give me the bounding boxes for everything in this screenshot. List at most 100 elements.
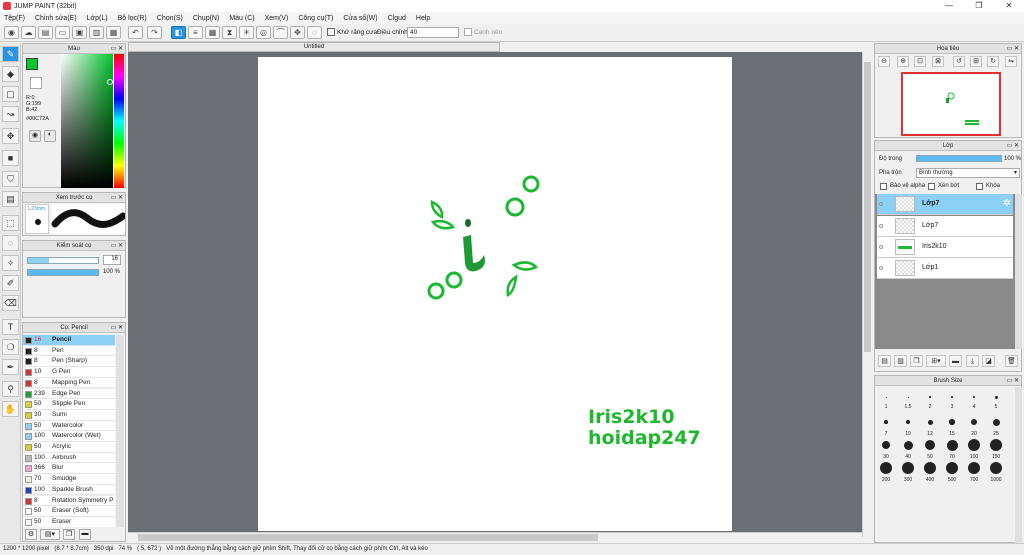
layer-row[interactable]: Iris2k10 <box>877 237 1013 258</box>
menu-color[interactable]: Màu (C) <box>229 15 254 22</box>
hand-tool-icon[interactable]: ✋ <box>2 401 19 417</box>
brush-item[interactable]: 50 Acrylic <box>23 442 115 453</box>
snap-parallel-icon[interactable]: ≡ <box>188 26 203 39</box>
brush-item[interactable]: 50 Watercolor <box>23 420 115 432</box>
export-icon[interactable]: ▥ <box>89 26 104 39</box>
new-brush-icon[interactable]: ▤▾ <box>40 529 60 540</box>
snap-3d-icon[interactable]: ✥ <box>290 26 305 39</box>
antialias-checkbox[interactable] <box>327 28 335 36</box>
panel-close-icon[interactable]: ▭ ✕ <box>1007 376 1019 386</box>
brush-item[interactable]: 50 Stipple Pen <box>23 399 115 410</box>
zoom-in-icon[interactable]: ⊕ <box>897 56 909 67</box>
visibility-icon[interactable] <box>879 202 883 206</box>
zoom-out-icon[interactable]: ⊖ <box>878 56 890 67</box>
color-picker-icon[interactable]: ◐ <box>44 130 56 142</box>
brush-size-dot[interactable] <box>885 396 887 398</box>
layer-folder-icon[interactable]: ▬ <box>949 355 962 367</box>
fit-window-icon[interactable]: ⊡ <box>914 56 926 67</box>
brush-size-dot[interactable] <box>971 419 977 425</box>
select-pen-icon[interactable]: ✐ <box>2 275 19 291</box>
snap-settings-icon[interactable]: ◌ <box>307 26 322 39</box>
panel-close-icon[interactable]: ▭ ✕ <box>111 44 123 54</box>
brush-size-dot[interactable] <box>927 419 933 425</box>
chat-icon[interactable]: ▤ <box>38 26 53 39</box>
curve-tool-icon[interactable]: ↝ <box>2 106 19 122</box>
brush-size-dot[interactable] <box>994 395 998 399</box>
layer-opacity-slider[interactable] <box>916 155 1002 162</box>
copy-brush-icon[interactable]: ❐ <box>63 529 75 540</box>
brush-item[interactable]: 239 Edge Pen <box>23 388 115 400</box>
brush-list-scrollbar[interactable] <box>116 335 124 527</box>
folder-icon[interactable]: ▬ <box>79 529 91 540</box>
lasso-tool-icon[interactable]: ◌ <box>2 235 19 251</box>
fill-rect-icon[interactable]: ■ <box>2 150 19 166</box>
brush-item[interactable]: 16Pencil✲ <box>23 335 115 346</box>
visibility-icon[interactable] <box>879 266 883 270</box>
actual-size-icon[interactable]: ⊠ <box>932 56 944 67</box>
rotate-left-icon[interactable]: ↺ <box>953 56 965 67</box>
brush-item[interactable]: 8 Rotation Symmetry P <box>23 495 115 507</box>
brush-size-slider[interactable] <box>27 257 99 264</box>
brush-size-dot[interactable] <box>972 395 976 399</box>
gradient-tool-icon[interactable]: ▤ <box>2 191 19 207</box>
blend-mode-select[interactable]: Bình thường ▾ <box>916 168 1020 178</box>
document-tab[interactable]: Untitled <box>128 42 500 52</box>
lock-checkbox[interactable] <box>976 183 983 190</box>
brush-item[interactable]: 10 G Pen <box>23 367 115 378</box>
maximize-button[interactable]: ❐ <box>964 0 994 12</box>
rectangle-select-icon[interactable]: ▢ <box>2 86 19 102</box>
menu-help[interactable]: Help <box>416 15 430 22</box>
share-icon[interactable]: ▣ <box>72 26 87 39</box>
brush-size-dot[interactable] <box>990 439 1002 451</box>
brush-item[interactable]: 50 Eraser <box>23 516 115 527</box>
app-menu-icon[interactable]: ◉ <box>4 26 19 39</box>
menu-select[interactable]: Chọn(S) <box>157 15 183 22</box>
brush-item[interactable]: 8 Pen <box>23 345 115 357</box>
vertical-scrollbar[interactable] <box>862 52 872 537</box>
color-mixer-icon[interactable]: ◉ <box>29 130 41 142</box>
redo-icon[interactable]: ↷ <box>147 26 162 39</box>
protect-alpha-checkbox[interactable] <box>880 183 887 190</box>
brush-size-dot[interactable] <box>907 396 909 398</box>
layer-row[interactable]: Lớp7 <box>877 216 1013 237</box>
rotate-right-icon[interactable]: ↻ <box>987 56 999 67</box>
panel-close-icon[interactable]: ▭ ✕ <box>1007 44 1019 54</box>
new-layer-icon[interactable]: ▤ <box>878 355 891 367</box>
menu-filter[interactable]: Bộ lọc(R) <box>118 15 147 22</box>
brush-size-dot[interactable] <box>951 396 953 398</box>
text-tool-icon[interactable]: T <box>2 319 19 335</box>
sv-cursor[interactable] <box>107 79 113 85</box>
brush-size-dot[interactable] <box>992 418 1000 426</box>
move-tool-icon[interactable]: ✥ <box>2 128 19 144</box>
brush-size-scrollbar[interactable] <box>1015 387 1022 543</box>
brush-size-dot[interactable] <box>880 462 892 474</box>
canvas-paper[interactable]: Iris2k10 hoidap247 <box>258 57 732 531</box>
new-raster-icon[interactable]: ▥ <box>894 355 907 367</box>
brush-size-dot[interactable] <box>903 440 913 450</box>
brush-size-dot[interactable] <box>949 419 955 425</box>
menu-file[interactable]: Tệp(F) <box>4 15 25 22</box>
saturation-value-picker[interactable] <box>61 54 113 188</box>
panel-close-icon[interactable]: ▭ ✕ <box>111 323 123 333</box>
brush-item[interactable]: 100 Airbrush <box>23 452 115 464</box>
brush-item[interactable]: 366 Blur <box>23 463 115 475</box>
cloud-icon[interactable]: ☁ <box>21 26 36 39</box>
brush-size-dot[interactable] <box>929 396 931 398</box>
select-rect-icon[interactable]: ⬚ <box>2 215 19 231</box>
merge-down-icon[interactable]: ⤓ <box>966 355 979 367</box>
add-layer-menu-icon[interactable]: ⊞▾ <box>926 355 946 367</box>
brush-size-dot[interactable] <box>924 462 936 474</box>
brush-size-dot[interactable] <box>902 462 914 474</box>
balloon-tool-icon[interactable]: ❍ <box>2 339 19 355</box>
brush-size-dot[interactable] <box>905 419 911 425</box>
menu-tools[interactable]: Công cụ(T) <box>298 15 333 22</box>
brush-size-dot[interactable] <box>884 420 888 424</box>
snap-perspective-icon[interactable]: ⧗ <box>222 26 237 39</box>
pipette-tool-icon[interactable]: ⚲ <box>2 381 19 397</box>
brush-size-dot[interactable] <box>946 462 958 474</box>
brush-item[interactable]: 8 Pen (Sharp) <box>23 356 115 368</box>
snap-radial-icon[interactable]: ✳ <box>239 26 254 39</box>
visibility-icon[interactable] <box>879 224 883 228</box>
snap-curve-icon[interactable]: ⌒ <box>273 26 288 39</box>
layer-settings-icon[interactable]: ✲ <box>1003 198 1011 209</box>
